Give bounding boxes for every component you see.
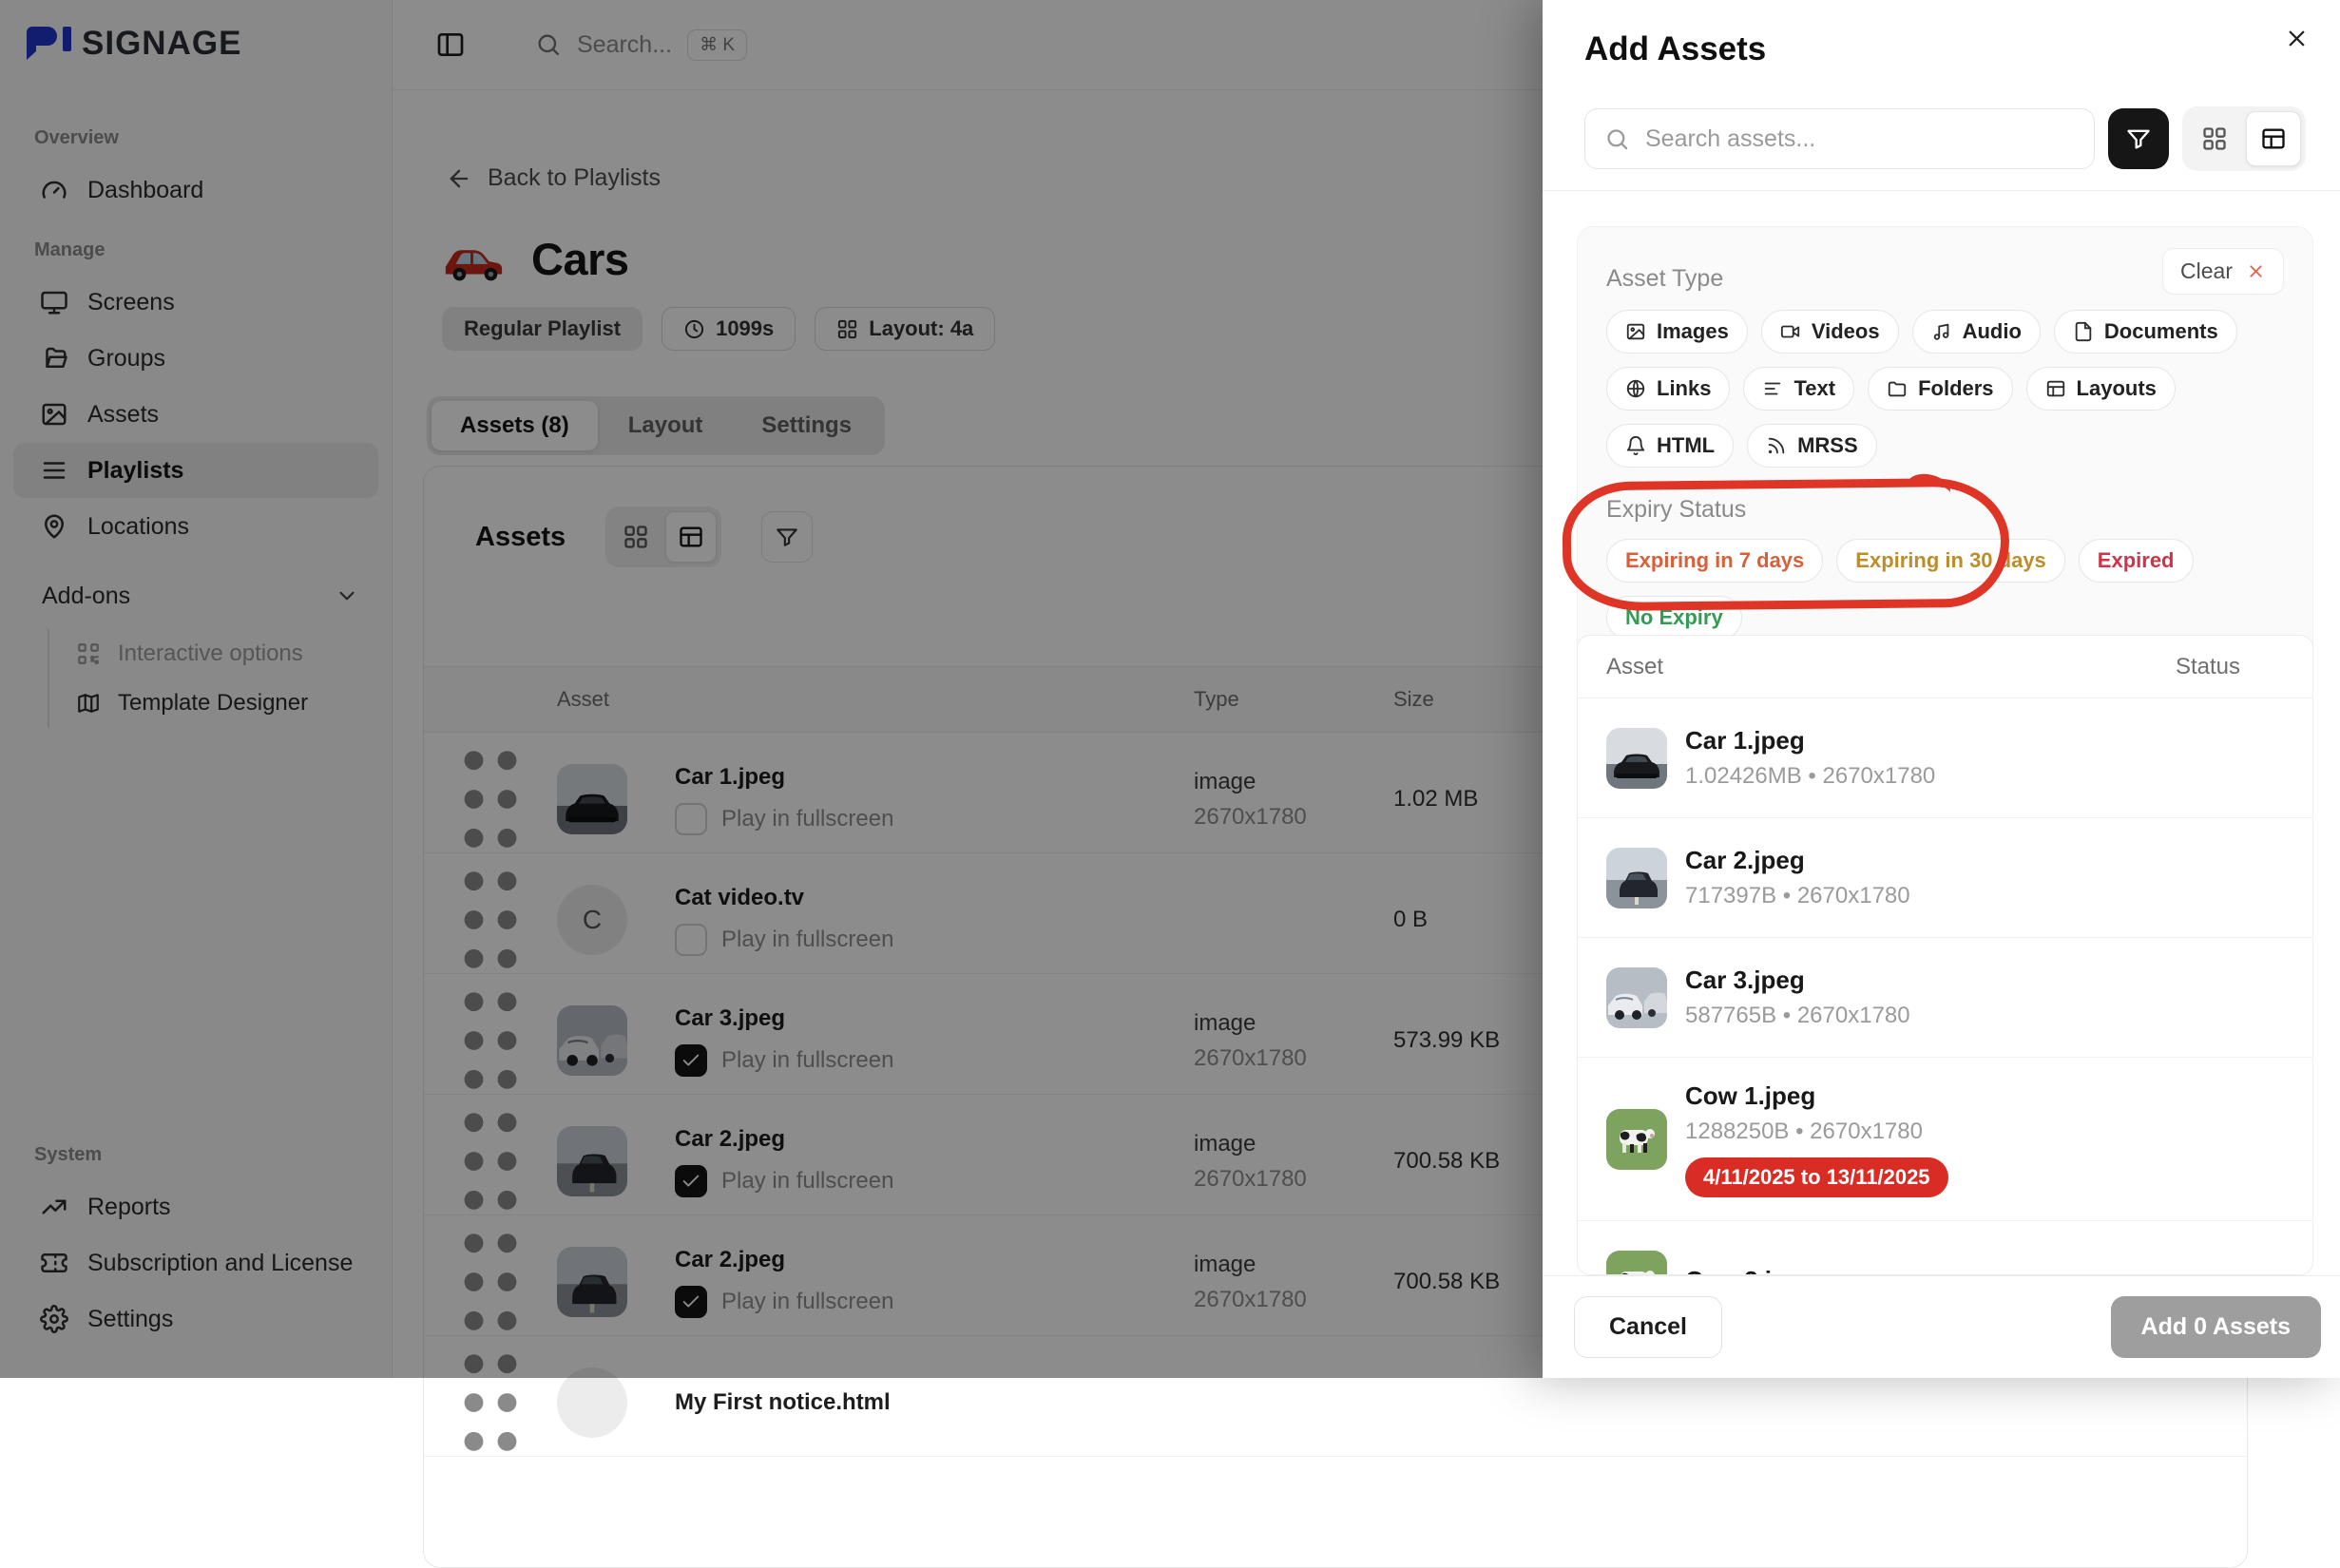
video-icon: [1780, 321, 1801, 342]
asset-meta: 1.02426MB • 2670x1780: [1685, 763, 1935, 790]
asset-thumbnail: [1606, 1109, 1667, 1170]
add-assets-button[interactable]: Add 0 Assets: [2111, 1296, 2321, 1358]
chip-label: MRSS: [1797, 433, 1858, 458]
asset-type-chips: Images Videos Audio Documents Links Text Folde…: [1606, 310, 2284, 468]
bell-icon: [1625, 435, 1646, 456]
expiry-chip-expiring-in-7-days[interactable]: Expiring in 7 days: [1606, 539, 1823, 583]
table-view-icon: [2260, 125, 2287, 152]
chip-label: Images: [1657, 319, 1729, 344]
asset-name: Car 3.jpeg: [1685, 966, 1910, 995]
chip-label: Layouts: [2077, 376, 2157, 401]
chip-label: Videos: [1812, 319, 1880, 344]
expiry-date-badge: 4/11/2025 to 13/11/2025: [1685, 1157, 1948, 1197]
asset-search-placeholder: Search assets...: [1645, 125, 1815, 153]
asset-type-chip-images[interactable]: Images: [1606, 310, 1748, 354]
chip-label: Audio: [1963, 319, 2022, 344]
asset-type-chip-audio[interactable]: Audio: [1912, 310, 2041, 354]
expiry-status-chips: Expiring in 7 days Expiring in 30 days Exp…: [1606, 539, 2284, 640]
asset-name: Car 1.jpeg: [1685, 726, 1935, 755]
asset-thumbnail: [1606, 848, 1667, 908]
asset-thumbnail: [1606, 1251, 1667, 1276]
asset-type-chip-links[interactable]: Links: [1606, 367, 1730, 411]
close-icon: [2284, 26, 2310, 51]
layout-icon: [2045, 378, 2066, 399]
rss-icon: [1766, 435, 1787, 456]
grid-view-icon: [2201, 125, 2228, 152]
modal-list-item[interactable]: Car 3.jpeg 587765B • 2670x1780: [1578, 938, 2312, 1058]
modal-table-view-button[interactable]: [2246, 111, 2301, 166]
modal-view-toggle: [2182, 106, 2306, 171]
chip-label: Expiring in 7 days: [1625, 548, 1804, 573]
chip-label: Expired: [2098, 548, 2175, 573]
asset-name: My First notice.html: [675, 1389, 1194, 1416]
asset-type-chip-layouts[interactable]: Layouts: [2026, 367, 2176, 411]
asset-type-chip-mrss[interactable]: MRSS: [1747, 424, 1877, 468]
modal-footer: Cancel Add 0 Assets: [1543, 1275, 2340, 1378]
modal-list-item[interactable]: Car 2.jpeg 717397B • 2670x1780: [1578, 818, 2312, 938]
chip-label: Documents: [2104, 319, 2218, 344]
asset-meta: 717397B • 2670x1780: [1685, 883, 1910, 909]
music-icon: [1931, 321, 1952, 342]
modal-asset-list: Asset Status Car 1.jpeg 1.02426MB • 2670x…: [1577, 635, 2313, 1275]
chip-label: Links: [1657, 376, 1711, 401]
clear-x-icon: [2246, 261, 2266, 281]
chip-label: Text: [1793, 376, 1835, 401]
modal-list-item[interactable]: Cow 2.jpeg: [1578, 1221, 2312, 1275]
close-button[interactable]: [2277, 19, 2315, 57]
asset-type-chip-documents[interactable]: Documents: [2054, 310, 2237, 354]
asset-search-input[interactable]: Search assets...: [1584, 108, 2095, 169]
search-icon: [1604, 126, 1630, 152]
asset-name: Cow 1.jpeg: [1685, 1081, 1948, 1111]
asset-type-label: Asset Type: [1606, 265, 1723, 293]
funnel-icon: [2125, 125, 2152, 152]
modal-list-item[interactable]: Cow 1.jpeg 1288250B • 2670x1780 4/11/2025 …: [1578, 1058, 2312, 1221]
asset-meta: 1288250B • 2670x1780: [1685, 1119, 1948, 1145]
chip-label: HTML: [1657, 433, 1715, 458]
asset-type-chip-videos[interactable]: Videos: [1761, 310, 1899, 354]
modal-column-status: Status: [2176, 654, 2240, 680]
modal-filter-button[interactable]: [2108, 108, 2169, 169]
chip-label: Expiring in 30 days: [1855, 548, 2046, 573]
asset-type-chip-text[interactable]: Text: [1743, 367, 1854, 411]
cancel-button[interactable]: Cancel: [1574, 1296, 1722, 1358]
asset-type-chip-html[interactable]: HTML: [1606, 424, 1734, 468]
asset-meta: 587765B • 2670x1780: [1685, 1003, 1910, 1029]
align-icon: [1762, 378, 1783, 399]
asset-name: Car 2.jpeg: [1685, 846, 1910, 875]
asset-thumbnail: [1606, 967, 1667, 1028]
divider: [1543, 190, 2340, 191]
clear-label: Clear: [2180, 258, 2233, 284]
expiry-status-label: Expiry Status: [1606, 496, 2284, 524]
expiry-chip-no-expiry[interactable]: No Expiry: [1606, 596, 1742, 640]
asset-name: Cow 2.jpeg: [1685, 1266, 1815, 1275]
globe-icon: [1625, 378, 1646, 399]
modal-column-asset: Asset: [1606, 654, 1663, 680]
folder-icon: [1887, 378, 1908, 399]
clear-filters-button[interactable]: Clear: [2162, 248, 2284, 295]
asset-type-chip-folders[interactable]: Folders: [1868, 367, 2012, 411]
asset-letter-avatar: [557, 1367, 627, 1438]
modal-title: Add Assets: [1584, 30, 1766, 68]
asset-thumbnail: [1606, 728, 1667, 789]
modal-grid-view-button[interactable]: [2187, 111, 2242, 166]
chip-label: No Expiry: [1625, 605, 1723, 630]
add-assets-panel: Add Assets Search assets... Asset Type C…: [1543, 0, 2340, 1378]
file-icon: [2073, 321, 2094, 342]
modal-list-header: Asset Status: [1578, 636, 2312, 698]
expiry-chip-expired[interactable]: Expired: [2079, 539, 2194, 583]
expiry-chip-expiring-in-30-days[interactable]: Expiring in 30 days: [1836, 539, 2065, 583]
modal-list-item[interactable]: Car 1.jpeg 1.02426MB • 2670x1780: [1578, 698, 2312, 818]
image-icon: [1625, 321, 1646, 342]
chip-label: Folders: [1918, 376, 1993, 401]
